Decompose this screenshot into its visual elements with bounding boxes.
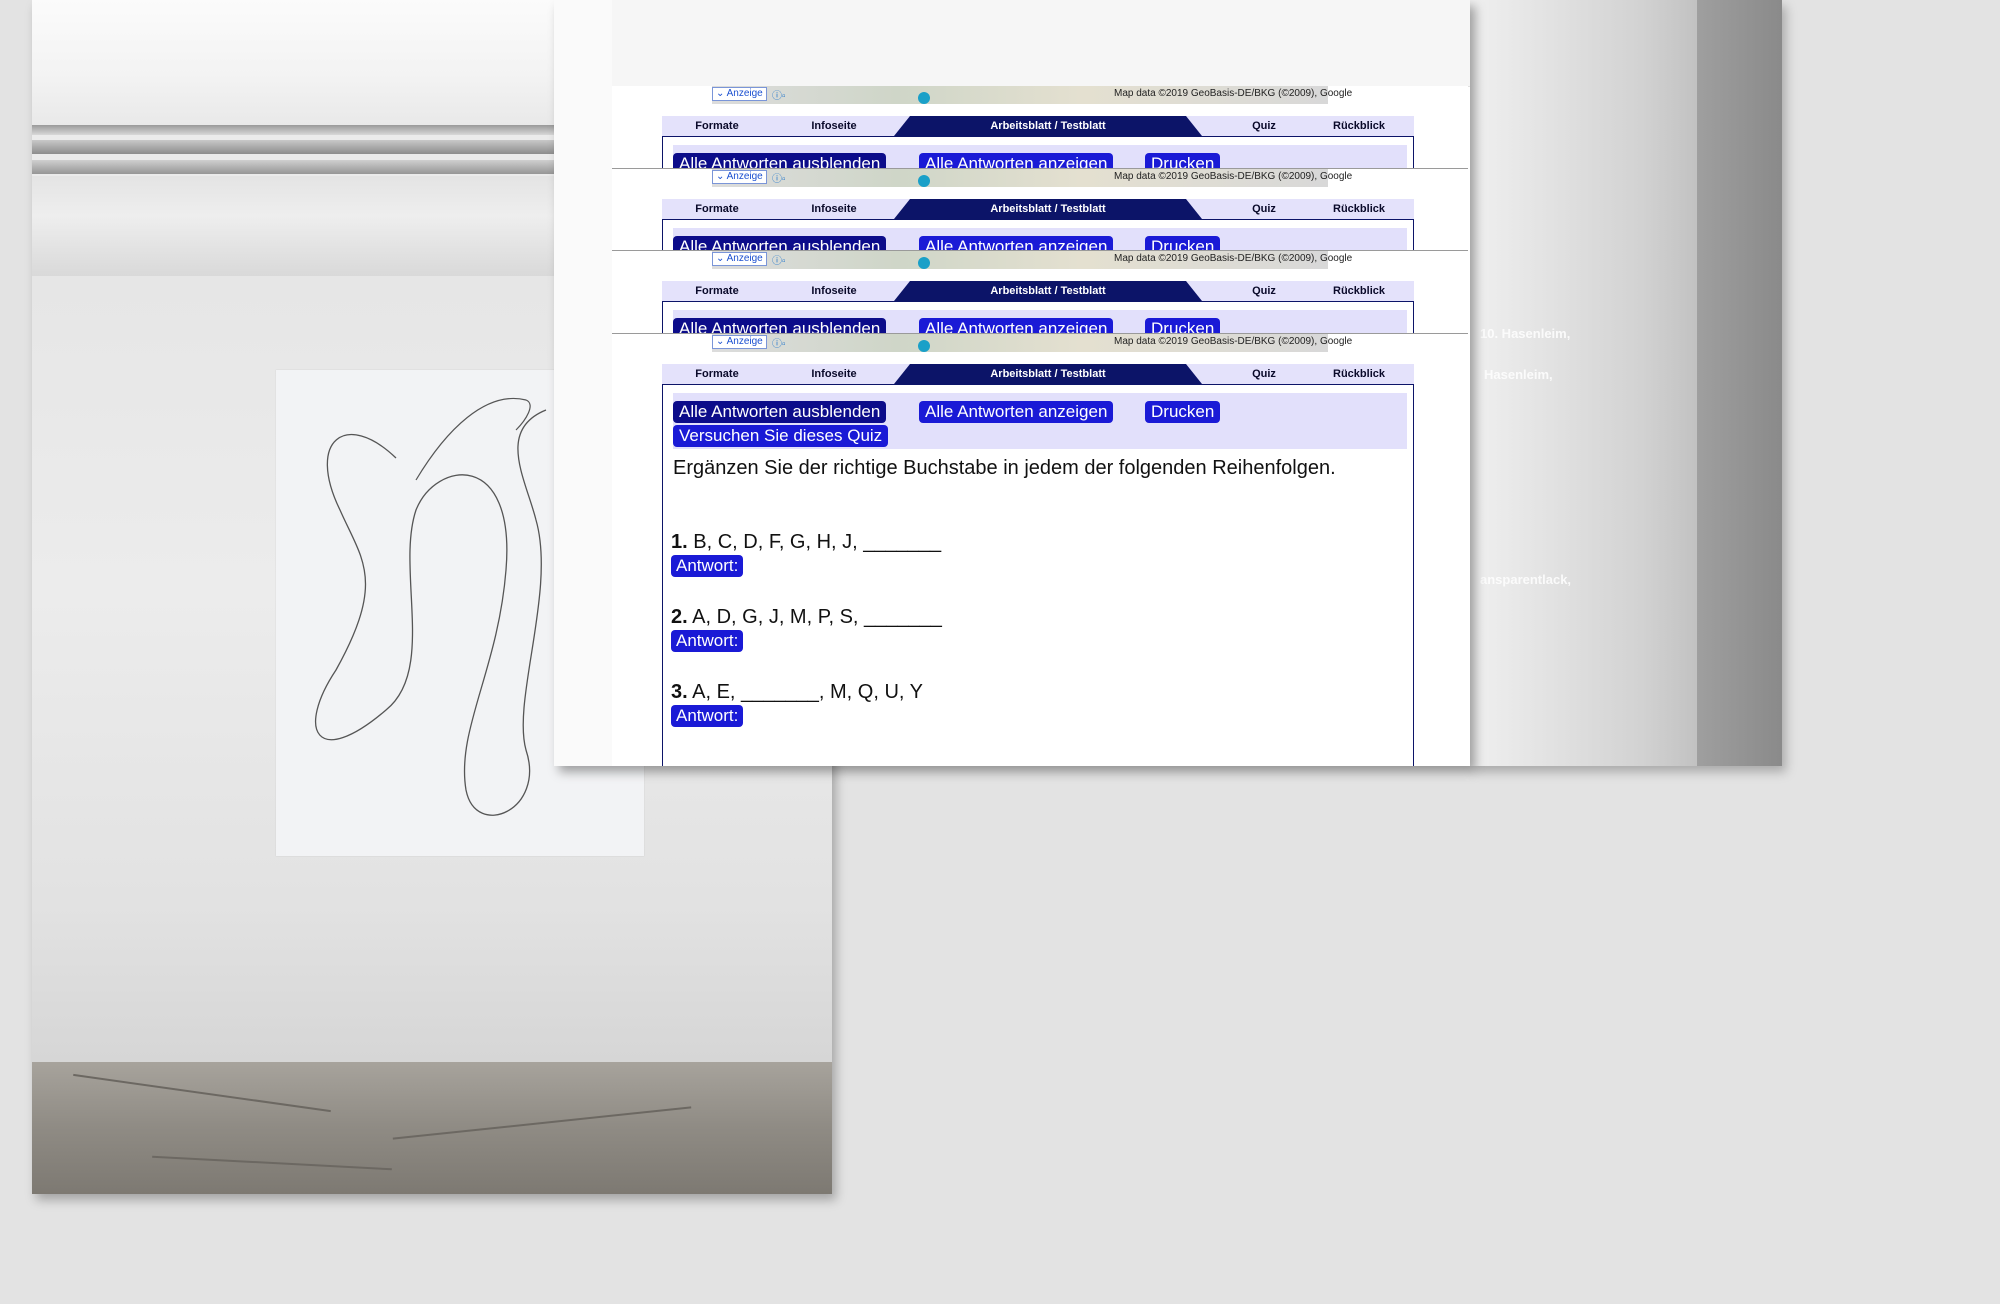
map-strip: ⌄ Anzeige ⓘ▫ Map data ©2019 GeoBasis-DE/… (712, 86, 1352, 104)
hide-all-answers-button[interactable]: Alle Antworten ausblenden (673, 236, 887, 251)
tab-rueckblick[interactable]: Rückblick (1314, 116, 1404, 136)
tab-formate[interactable]: Formate (672, 281, 762, 301)
tab-bar: Formate Infoseite Arbeitsblatt / Testbla… (662, 199, 1414, 219)
side-text: ansparentlack, (1480, 572, 1572, 587)
map-credit: Map data ©2019 GeoBasis-DE/BKG (©2009), … (1114, 88, 1353, 99)
tab-rueckblick[interactable]: Rückblick (1314, 281, 1404, 301)
tab-arbeitsblatt[interactable]: Arbeitsblatt / Testblatt (894, 364, 1202, 384)
question-text: B, C, D, F, G, H, J, _______ (693, 531, 942, 553)
info-icon: ⓘ▫ (772, 91, 786, 102)
print-button[interactable]: Drucken (1145, 153, 1221, 168)
side-panel: 10. Hasenleim, Hasenleim, ansparentlack, (1470, 0, 1782, 766)
anzeige-badge[interactable]: ⌄ Anzeige (712, 252, 767, 266)
question-3: 3. A, E, _______, M, Q, U, Y (671, 681, 923, 704)
print-button[interactable]: Drucken (1145, 236, 1221, 251)
button-bar: Alle Antworten ausblenden Alle Antworten… (673, 228, 1407, 251)
tab-arbeitsblatt[interactable]: Arbeitsblatt / Testblatt (894, 281, 1202, 301)
map-credit: Map data ©2019 GeoBasis-DE/BKG (©2009), … (1114, 336, 1353, 347)
show-all-answers-button[interactable]: Alle Antworten anzeigen (919, 318, 1114, 334)
browser-window: ⌄ Anzeige ⓘ▫ Map data ©2019 GeoBasis-DE/… (554, 0, 1470, 766)
anzeige-label: Anzeige (726, 171, 763, 182)
tab-rueckblick[interactable]: Rückblick (1314, 364, 1404, 384)
map-strip: ⌄ Anzeige ⓘ▫ Map data ©2019 GeoBasis-DE/… (712, 334, 1352, 352)
content-box: Alle Antworten ausblenden Alle Antworten… (662, 136, 1414, 168)
anzeige-badge[interactable]: ⌄ Anzeige (712, 170, 767, 184)
map-strip: ⌄ Anzeige ⓘ▫ Map data ©2019 GeoBasis-DE/… (712, 251, 1352, 269)
content-box: Alle Antworten ausblenden Alle Antworten… (662, 219, 1414, 251)
show-all-answers-button[interactable]: Alle Antworten anzeigen (919, 401, 1114, 423)
floor-crack (73, 1073, 331, 1113)
side-text: Hasenleim, (1484, 367, 1553, 382)
info-icon: ⓘ▫ (772, 174, 786, 185)
button-bar: Alle Antworten ausblenden Alle Antworten… (673, 393, 1407, 449)
window-top-area (612, 0, 1470, 87)
map-strip: ⌄ Anzeige ⓘ▫ Map data ©2019 GeoBasis-DE/… (712, 169, 1352, 187)
tab-infoseite[interactable]: Infoseite (784, 116, 884, 136)
tab-infoseite[interactable]: Infoseite (784, 281, 884, 301)
side-text: 10. Hasenleim, (1480, 326, 1571, 341)
tab-formate[interactable]: Formate (672, 116, 762, 136)
map-pin-icon (918, 175, 930, 187)
tab-quiz[interactable]: Quiz (1234, 116, 1294, 136)
button-bar: Alle Antworten ausblenden Alle Antworten… (673, 310, 1407, 334)
answer-button-1[interactable]: Antwort: (671, 555, 744, 577)
hide-all-answers-button[interactable]: Alle Antworten ausblenden (673, 401, 887, 423)
question-2: 2. A, D, G, J, M, P, S, _______ (671, 606, 942, 629)
floor-crack (392, 1106, 692, 1140)
try-quiz-button[interactable]: Versuchen Sie dieses Quiz (673, 425, 889, 447)
anzeige-badge[interactable]: ⌄ Anzeige (712, 87, 767, 101)
anzeige-label: Anzeige (726, 336, 763, 347)
floor-crack (152, 1155, 392, 1171)
tab-formate[interactable]: Formate (672, 199, 762, 219)
tab-arbeitsblatt[interactable]: Arbeitsblatt / Testblatt (894, 199, 1202, 219)
content-box: Alle Antworten ausblenden Alle Antworten… (662, 301, 1414, 334)
tab-bar: Formate Infoseite Arbeitsblatt / Testbla… (662, 281, 1414, 301)
show-all-answers-button[interactable]: Alle Antworten anzeigen (919, 153, 1114, 168)
info-icon: ⓘ▫ (772, 256, 786, 267)
button-bar: Alle Antworten ausblenden Alle Antworten… (673, 145, 1407, 168)
tab-arbeitsblatt[interactable]: Arbeitsblatt / Testblatt (894, 116, 1202, 136)
hide-all-answers-button[interactable]: Alle Antworten ausblenden (673, 153, 887, 168)
anzeige-badge[interactable]: ⌄ Anzeige (712, 335, 767, 349)
anzeige-label: Anzeige (726, 88, 763, 99)
tab-bar: Formate Infoseite Arbeitsblatt / Testbla… (662, 116, 1414, 136)
frame-pane: ⌄ Anzeige ⓘ▫ Map data ©2019 GeoBasis-DE/… (612, 86, 1468, 168)
content-box: Alle Antworten ausblenden Alle Antworten… (662, 384, 1414, 766)
window-left-margin (554, 0, 613, 766)
answer-button-3[interactable]: Antwort: (671, 705, 744, 727)
map-credit: Map data ©2019 GeoBasis-DE/BKG (©2009), … (1114, 171, 1353, 182)
tab-bar: Formate Infoseite Arbeitsblatt / Testbla… (662, 364, 1414, 384)
tab-quiz[interactable]: Quiz (1234, 364, 1294, 384)
question-number: 2. (671, 606, 688, 628)
tab-quiz[interactable]: Quiz (1234, 281, 1294, 301)
question-number: 1. (671, 531, 688, 553)
frame-pane-main: ⌄ Anzeige ⓘ▫ Map data ©2019 GeoBasis-DE/… (612, 333, 1468, 766)
tab-infoseite[interactable]: Infoseite (784, 364, 884, 384)
tab-quiz[interactable]: Quiz (1234, 199, 1294, 219)
print-button[interactable]: Drucken (1145, 401, 1221, 423)
answer-button-2[interactable]: Antwort: (671, 630, 744, 652)
tab-infoseite[interactable]: Infoseite (784, 199, 884, 219)
question-text: A, E, _______, M, Q, U, Y (692, 681, 923, 703)
question-1: 1. B, C, D, F, G, H, J, _______ (671, 531, 941, 554)
map-credit: Map data ©2019 GeoBasis-DE/BKG (©2009), … (1114, 253, 1353, 264)
print-button[interactable]: Drucken (1145, 318, 1221, 334)
tab-rueckblick[interactable]: Rückblick (1314, 199, 1404, 219)
question-number: 3. (671, 681, 688, 703)
anzeige-label: Anzeige (726, 253, 763, 264)
map-pin-icon (918, 92, 930, 104)
show-all-answers-button[interactable]: Alle Antworten anzeigen (919, 236, 1114, 251)
frame-pane: ⌄ Anzeige ⓘ▫ Map data ©2019 GeoBasis-DE/… (612, 168, 1468, 251)
frame-pane: ⌄ Anzeige ⓘ▫ Map data ©2019 GeoBasis-DE/… (612, 250, 1468, 334)
tab-formate[interactable]: Formate (672, 364, 762, 384)
map-pin-icon (918, 257, 930, 269)
map-pin-icon (918, 340, 930, 352)
stone-floor (32, 1062, 832, 1194)
instruction-text: Ergänzen Sie der richtige Buchstabe in j… (673, 457, 1336, 479)
hide-all-answers-button[interactable]: Alle Antworten ausblenden (673, 318, 887, 334)
info-icon: ⓘ▫ (772, 339, 786, 350)
side-panel-band (1697, 0, 1782, 766)
question-text: A, D, G, J, M, P, S, _______ (692, 606, 942, 628)
